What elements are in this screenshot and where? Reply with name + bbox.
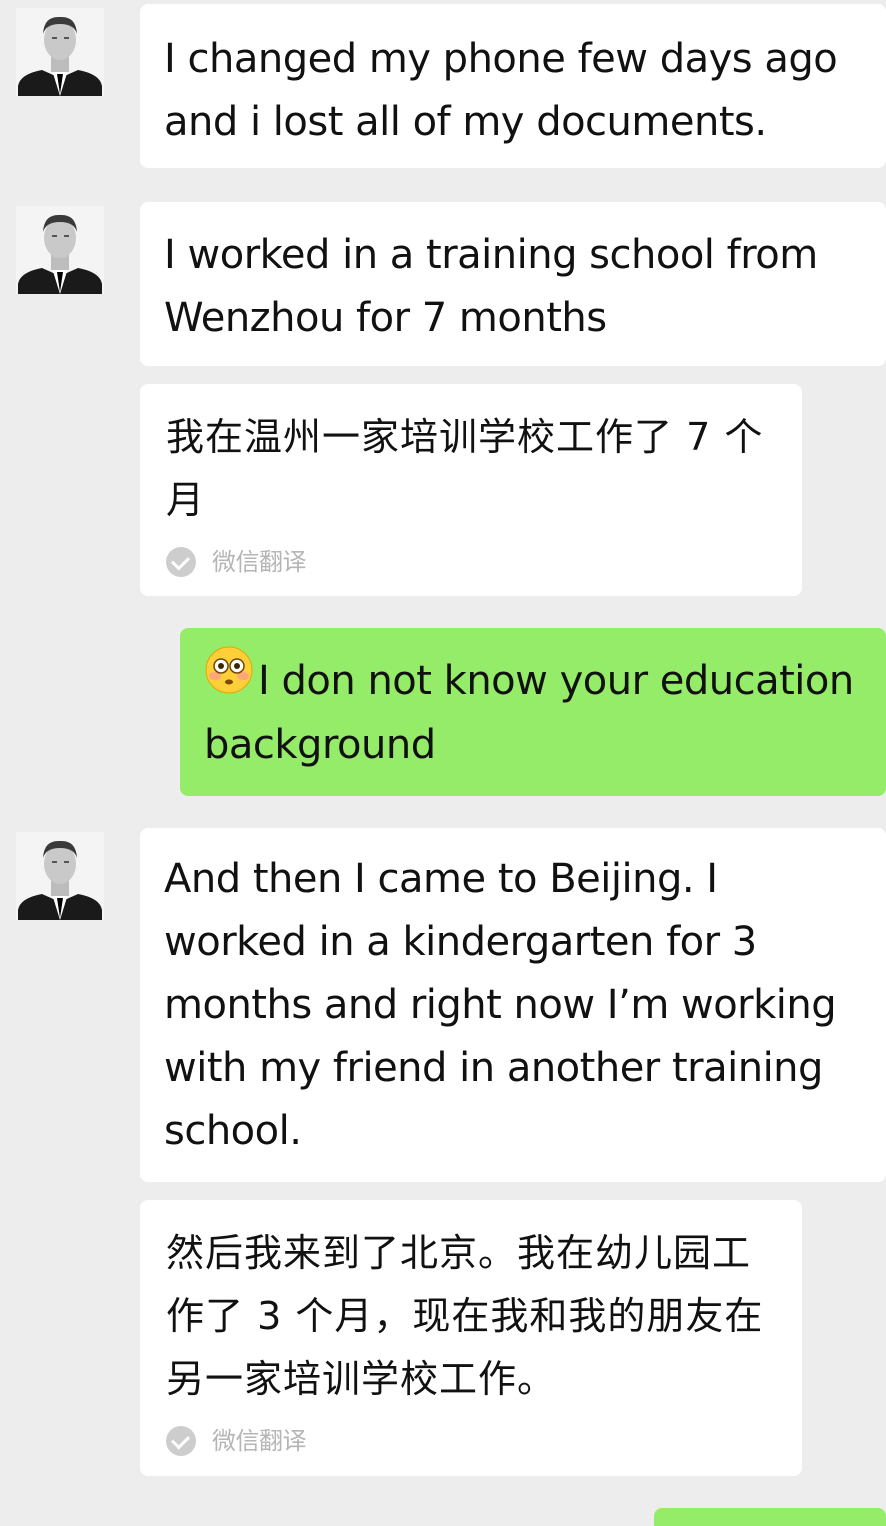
check-icon	[166, 1426, 196, 1456]
message-bubble[interactable]: I worked in a training school from Wenzh…	[140, 202, 886, 366]
avatar[interactable]	[16, 8, 104, 96]
translated-text: 然后我来到了北京。我在幼儿园工作了 3 个月，现在我和我的朋友在另一家培训学校工…	[166, 1231, 764, 1401]
translation-bubble[interactable]: 我在温州一家培训学校工作了 7 个月 微信翻译	[140, 384, 802, 596]
translation-tag-label: 微信翻译	[212, 1426, 307, 1455]
chat-thread: I changed my phone few days ago and i lo…	[0, 0, 886, 1526]
check-icon	[166, 547, 196, 577]
translation-tag: 微信翻译	[166, 542, 778, 582]
translated-text: 我在温州一家培训学校工作了 7 个月	[166, 415, 764, 522]
message-text: I worked in a training school from Wenzh…	[164, 232, 818, 341]
outgoing-message-content: I don not know your education background	[204, 646, 886, 777]
translation-tag: 微信翻译	[166, 1421, 782, 1461]
translation-tag-label: 微信翻译	[212, 547, 307, 576]
message-bubble[interactable]: I changed my phone few days ago and i lo…	[140, 4, 886, 168]
outgoing-message-bubble[interactable]: I don not know your education background	[180, 628, 886, 796]
avatar[interactable]	[16, 206, 104, 294]
outgoing-message-bubble-partial[interactable]	[654, 1508, 886, 1526]
avatar[interactable]	[16, 832, 104, 920]
translation-bubble[interactable]: 然后我来到了北京。我在幼儿园工作了 3 个月，现在我和我的朋友在另一家培训学校工…	[140, 1200, 802, 1476]
flushed-face-emoji	[204, 645, 254, 714]
message-text: And then I came to Beijing. I worked in …	[164, 856, 837, 1154]
message-bubble[interactable]: And then I came to Beijing. I worked in …	[140, 828, 886, 1182]
message-text: I don not know your education background	[204, 658, 854, 768]
message-text: I changed my phone few days ago and i lo…	[164, 36, 838, 145]
